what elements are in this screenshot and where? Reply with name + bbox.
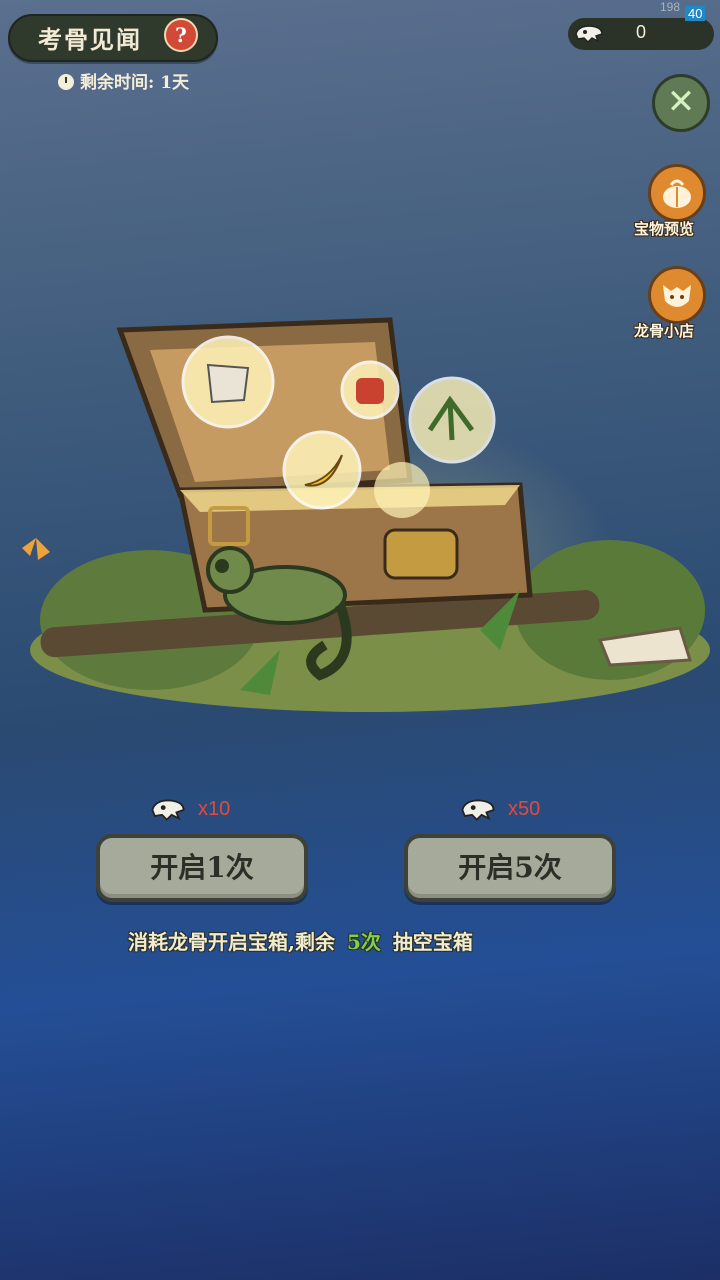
item-bubble-banana	[282, 430, 362, 510]
open-five-button[interactable]: 开启5次	[404, 834, 616, 902]
dragon-bone-icon	[461, 799, 495, 821]
close-button[interactable]: ✕	[652, 74, 710, 132]
treasure-preview-label[interactable]: 宝物预览	[634, 218, 694, 239]
chest-info-text: 消耗龙骨开启宝箱,剩余 5次 抽空宝箱	[128, 926, 473, 955]
debug-counter: 198	[660, 0, 681, 14]
remaining-time: 剩余时间: 1天	[58, 68, 189, 93]
treasure-chest-scene[interactable]	[0, 290, 720, 720]
butterfly-icon	[22, 538, 50, 560]
dragon-bone-icon	[151, 799, 185, 821]
open-once-cost: x10	[198, 798, 231, 820]
open-five-cost: x50	[508, 798, 541, 820]
remaining-count: 5次	[346, 930, 381, 954]
chest-lock	[383, 528, 459, 580]
pumpkin-treasure-icon	[663, 179, 691, 208]
info-suffix: 抽空宝箱	[392, 930, 473, 954]
item-bubble-small	[374, 462, 430, 518]
open-once-button[interactable]: 开启1次	[96, 834, 308, 902]
info-prefix: 消耗龙骨开启宝箱,剩余	[128, 930, 335, 954]
map-item-icon	[206, 363, 250, 404]
help-icon[interactable]: ?	[164, 18, 198, 52]
bone-count: 0	[636, 22, 647, 42]
page-title: 考骨见闻	[38, 25, 142, 54]
remaining-time-text: 剩余时间: 1天	[80, 73, 190, 93]
treasure-preview-button[interactable]	[648, 164, 706, 222]
clock-icon	[58, 74, 74, 90]
chameleon-head	[206, 546, 254, 594]
chameleon-eye	[215, 559, 229, 573]
fps-badge: 40	[685, 6, 706, 21]
dragon-bone-icon	[575, 25, 603, 44]
jar-item-icon	[356, 378, 384, 404]
